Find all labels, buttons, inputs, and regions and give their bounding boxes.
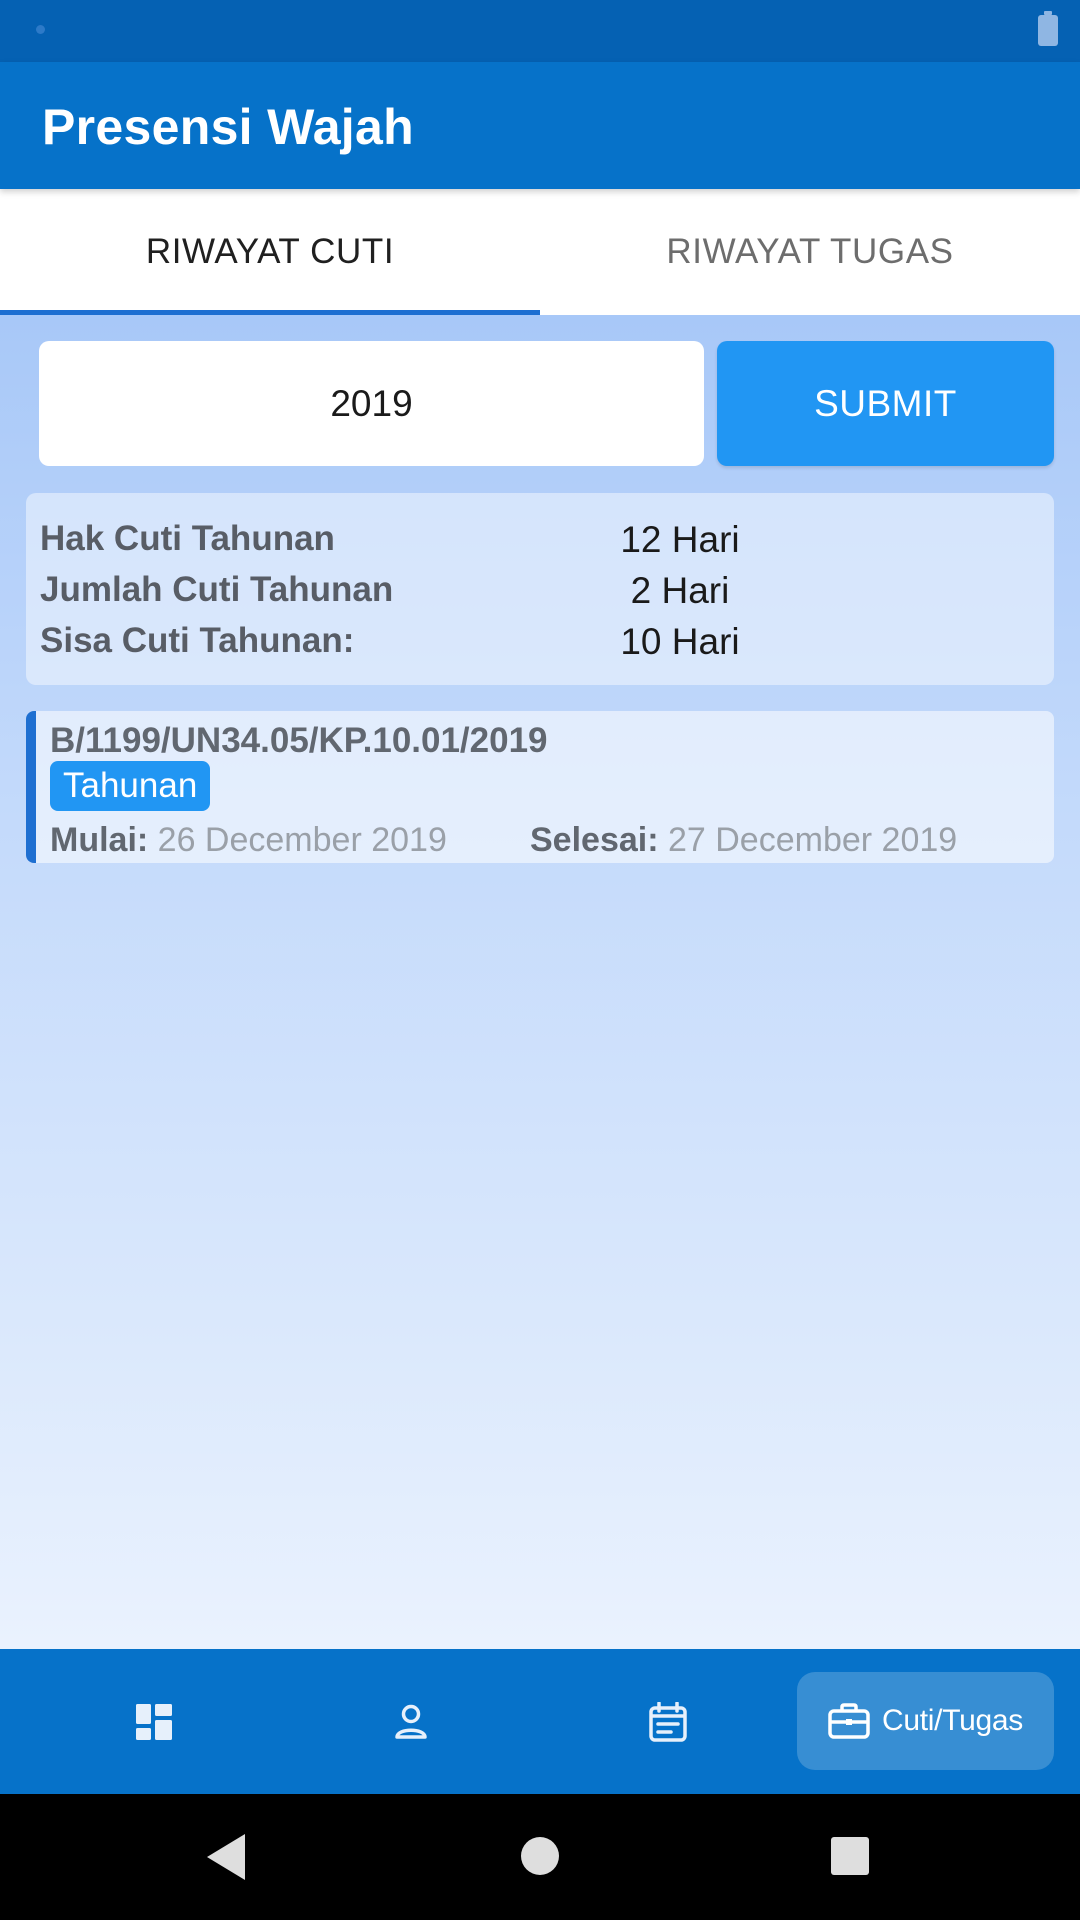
summary-label: Jumlah Cuti Tahunan: [40, 570, 394, 609]
summary-label: Hak Cuti Tahunan: [40, 519, 335, 558]
summary-value: 12 Hari: [620, 519, 740, 560]
leave-end: Selesai: 27 December 2019: [530, 821, 957, 860]
recent-apps-icon[interactable]: [831, 1837, 869, 1875]
dashboard-icon: [136, 1703, 172, 1740]
briefcase-icon: [828, 1703, 870, 1739]
person-icon: [395, 1704, 427, 1739]
summary-label: Sisa Cuti Tahunan:: [40, 621, 355, 660]
tab-bar: RIWAYAT CUTI RIWAYAT TUGAS: [0, 189, 1080, 315]
bottom-navigation: Cuti/Tugas: [0, 1649, 1080, 1794]
battery-icon: [1038, 11, 1058, 46]
start-label: Mulai:: [50, 821, 149, 859]
back-icon[interactable]: [207, 1834, 245, 1880]
summary-value: 10 Hari: [620, 621, 740, 662]
nav-dashboard[interactable]: [0, 1649, 308, 1794]
app-bar: Presensi Wajah: [0, 62, 1080, 189]
summary-row-jumlah-cuti: Jumlah Cuti Tahunan 2 Hari: [40, 570, 1040, 620]
tab-indicator: [0, 310, 540, 315]
leave-start: Mulai: 26 December 2019: [50, 821, 447, 860]
tab-riwayat-cuti[interactable]: RIWAYAT CUTI: [0, 189, 540, 315]
leave-summary-card: Hak Cuti Tahunan 12 Hari Jumlah Cuti Tah…: [26, 493, 1054, 685]
summary-row-sisa-cuti: Sisa Cuti Tahunan: 10 Hari: [40, 621, 1040, 671]
calendar-icon: [649, 1701, 687, 1742]
app-title: Presensi Wajah: [42, 99, 414, 155]
leave-list-item[interactable]: B/1199/UN34.05/KP.10.01/2019 Tahunan Mul…: [26, 711, 1054, 863]
home-icon[interactable]: [521, 1837, 559, 1875]
year-input[interactable]: [39, 341, 704, 466]
leave-accent-bar: [26, 711, 36, 863]
summary-row-hak-cuti: Hak Cuti Tahunan 12 Hari: [40, 519, 1040, 569]
system-navigation-bar: [0, 1794, 1080, 1920]
nav-profile[interactable]: [308, 1649, 514, 1794]
submit-button[interactable]: SUBMIT: [717, 341, 1054, 466]
nav-cuti-tugas-label: Cuti/Tugas: [882, 1704, 1023, 1737]
end-date: 27 December 2019: [667, 821, 958, 859]
main-content: SUBMIT Hak Cuti Tahunan 12 Hari Jumlah C…: [0, 315, 1080, 1649]
tab-riwayat-tugas[interactable]: RIWAYAT TUGAS: [540, 189, 1080, 315]
end-label: Selesai:: [530, 821, 659, 859]
status-bar: [0, 0, 1080, 62]
nav-calendar[interactable]: [565, 1649, 771, 1794]
start-date: 26 December 2019: [157, 821, 447, 859]
leave-letter-number: B/1199/UN34.05/KP.10.01/2019: [50, 721, 548, 760]
leave-type-badge: Tahunan: [50, 761, 211, 811]
notification-dot-icon: [36, 25, 45, 34]
summary-value: 2 Hari: [630, 570, 730, 611]
nav-cuti-tugas[interactable]: Cuti/Tugas: [797, 1672, 1054, 1770]
leave-dates: Mulai: 26 December 2019 Selesai: 27 Dece…: [50, 821, 1050, 861]
